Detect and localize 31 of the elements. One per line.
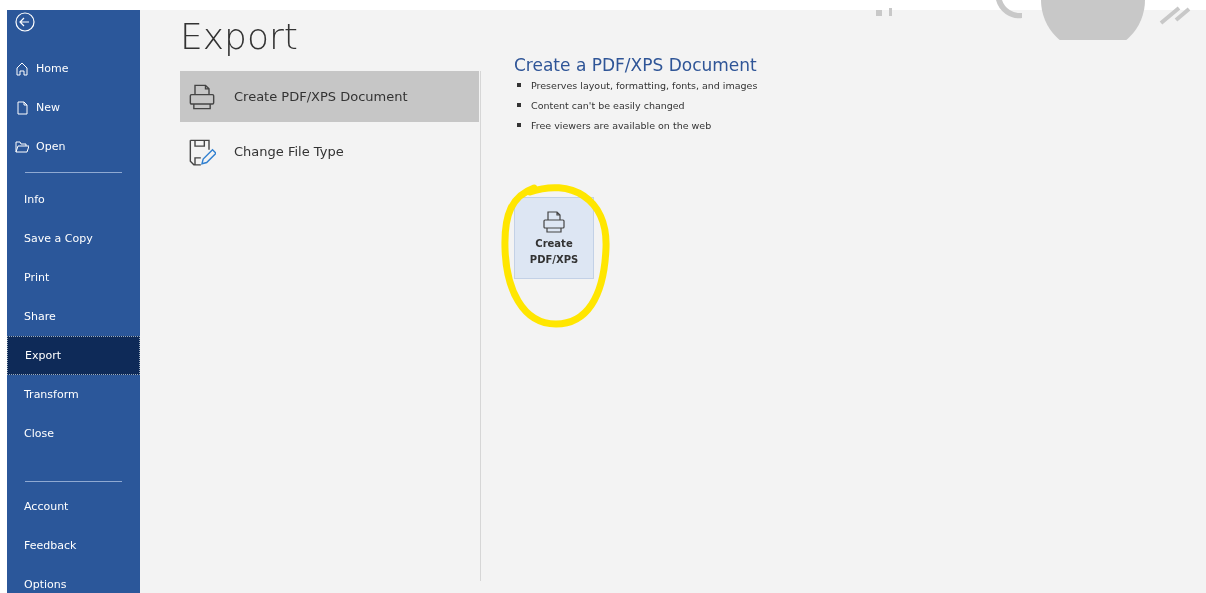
sidebar-item[interactable]: Share [7,297,140,336]
sidebar-item[interactable]: Options [7,565,140,592]
back-icon[interactable] [15,12,35,32]
sidebar-item[interactable]: Open [7,127,140,166]
sidebar-item[interactable]: Save a Copy [7,219,140,258]
export-option[interactable]: Change File Type [180,126,479,177]
save-pencil-icon [188,137,216,166]
home-icon [15,61,29,76]
section-heading: Create a PDF/XPS Document [514,55,758,75]
sidebar-item[interactable]: Close [7,414,140,453]
document-icon [15,100,29,115]
sidebar-item[interactable]: Home [7,49,140,88]
bullet-icon [517,103,521,107]
sidebar-item[interactable]: Export [7,336,140,375]
sidebar-item[interactable]: Transform [7,375,140,414]
sidebar-item[interactable]: New [7,88,140,127]
printer-icon [542,210,566,234]
create-pdf-button[interactable]: Create PDF/XPS [514,197,594,279]
folder-icon [15,139,29,154]
bullet-icon [517,83,521,87]
sidebar-item[interactable]: Account [7,487,140,526]
bullet-icon [517,123,521,127]
bullet-text: Content can't be easily changed [531,99,685,111]
page-title: Export [180,16,298,57]
bullet-text: Preserves layout, formatting, fonts, and images [531,79,758,91]
bullet-text: Free viewers are available on the web [531,119,712,131]
printer-icon [188,82,216,111]
sidebar-item[interactable]: Print [7,258,140,297]
sidebar-item[interactable]: Feedback [7,526,140,565]
sidebar-item[interactable]: Info [7,180,140,219]
export-option[interactable]: Create PDF/XPS Document [180,71,479,122]
